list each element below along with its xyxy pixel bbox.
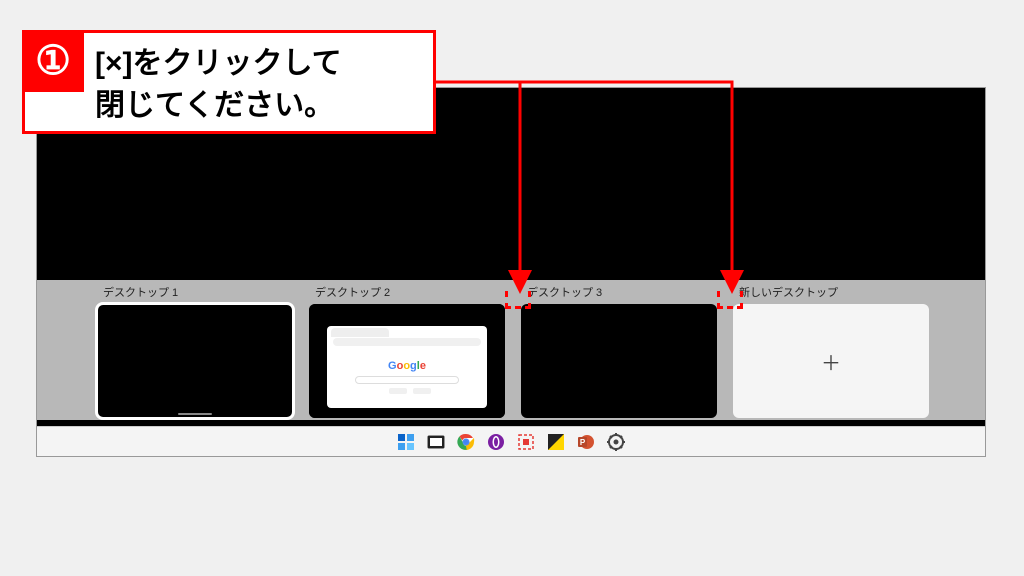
svg-text:P: P: [580, 438, 586, 447]
virtual-desktop-label: デスクトップ 2: [315, 284, 505, 300]
virtual-desktop-thumbnail[interactable]: [97, 304, 293, 418]
instruction-callout: ① [×]をクリックして 閉じてください。: [22, 30, 436, 134]
new-desktop-button[interactable]: 新しいデスクトップ ＋: [733, 280, 929, 418]
virtual-desktop-thumbnail[interactable]: [521, 304, 717, 418]
snip-icon[interactable]: [517, 433, 535, 451]
virtual-desktop-2[interactable]: デスクトップ 2 Google: [309, 280, 505, 418]
step-number-badge: ①: [22, 30, 84, 92]
virtual-desktop-label: デスクトップ 3: [527, 284, 717, 300]
virtual-desktop-1[interactable]: デスクトップ 1: [97, 280, 293, 418]
virtual-desktop-3[interactable]: デスクトップ 3: [521, 280, 717, 418]
new-desktop-thumbnail[interactable]: ＋: [733, 304, 929, 418]
plus-icon: ＋: [821, 347, 841, 376]
browser-window-thumbnail: Google: [309, 304, 505, 418]
screenshot-window: デスクトップ 1 デスクトップ 2 Google: [36, 87, 986, 457]
editor-icon[interactable]: [547, 433, 565, 451]
virtual-desktop-thumbnail[interactable]: Google: [309, 304, 505, 418]
powerpoint-icon[interactable]: P: [577, 433, 595, 451]
close-desktop-2-target[interactable]: [505, 291, 531, 309]
taskbar: P: [37, 426, 985, 456]
dock-indicator: [178, 413, 212, 415]
start-icon[interactable]: [397, 433, 415, 451]
virtual-desktop-label: デスクトップ 1: [103, 284, 293, 300]
close-desktop-3-target[interactable]: [717, 291, 743, 309]
opera-icon[interactable]: [487, 433, 505, 451]
chrome-icon[interactable]: [457, 433, 475, 451]
virtual-desktop-label: 新しいデスクトップ: [739, 284, 929, 300]
instruction-text: [×]をクリックして 閉じてください。: [95, 43, 342, 127]
task-view-icon[interactable]: [427, 433, 445, 451]
settings-icon[interactable]: [607, 433, 625, 451]
google-logo: Google: [388, 360, 426, 372]
